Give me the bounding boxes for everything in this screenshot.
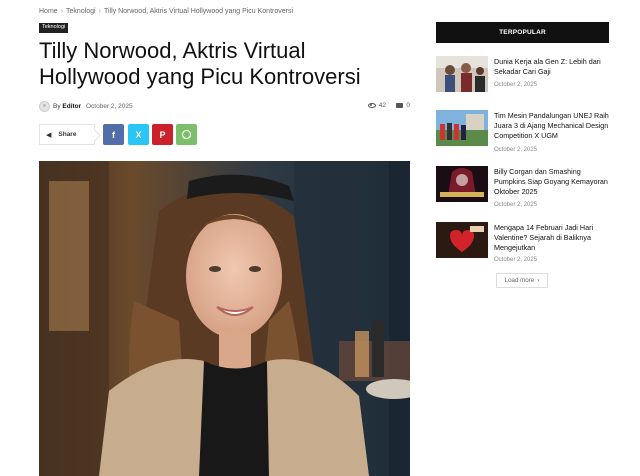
load-more-button[interactable]: Load more › <box>496 273 548 288</box>
pinterest-share-button[interactable]: P <box>152 124 173 145</box>
post-thumbnail[interactable] <box>436 166 488 202</box>
chevron-right-icon: › <box>537 277 540 284</box>
sidebar-post[interactable]: Dunia Kerja ala Gen Z: Lebih dari Sekada… <box>436 56 611 102</box>
post-thumbnail[interactable] <box>436 222 488 258</box>
breadcrumb-category-link[interactable]: Teknologi <box>66 8 96 15</box>
pinterest-icon: P <box>159 129 166 140</box>
whatsapp-share-button[interactable] <box>176 124 197 145</box>
eye-icon <box>367 103 376 108</box>
share-label: Share <box>58 131 77 138</box>
view-count: 42 <box>367 102 386 109</box>
comment-icon <box>396 103 404 108</box>
post-title[interactable]: Billy Corgan dan Smashing Pumpkins Siap … <box>494 167 609 197</box>
breadcrumb-separator: › <box>98 8 101 15</box>
featured-image <box>39 161 410 476</box>
x-share-button[interactable]: X <box>128 124 149 145</box>
post-title[interactable]: Dunia Kerja ala Gen Z: Lebih dari Sekada… <box>494 57 609 77</box>
facebook-icon: f <box>112 129 115 140</box>
article-title: Tilly Norwood, Aktris Virtual Hollywood … <box>39 38 361 89</box>
comment-count-value: 0 <box>406 102 410 109</box>
post-date: October 2, 2025 <box>494 202 538 208</box>
breadcrumb-home-link[interactable]: Home <box>39 8 58 15</box>
post-thumbnail[interactable] <box>436 110 488 146</box>
sidebar-post[interactable]: Billy Corgan dan Smashing Pumpkins Siap … <box>436 166 611 212</box>
post-title[interactable]: Mengapa 14 Februari Jadi Hari Valentine?… <box>494 223 609 253</box>
post-date: October 2, 2025 <box>494 82 538 88</box>
whatsapp-icon <box>181 129 192 140</box>
article-meta: By Editor October 2, 2025 42 0 <box>39 101 410 113</box>
sidebar-post[interactable]: Mengapa 14 Februari Jadi Hari Valentine?… <box>436 222 611 268</box>
facebook-share-button[interactable]: f <box>103 124 124 145</box>
view-count-value: 42 <box>378 102 386 109</box>
post-title[interactable]: Tim Mesin Pandalungan UNEJ Raih Juara 3 … <box>494 111 609 141</box>
by-label: By <box>53 103 61 110</box>
author-avatar[interactable] <box>39 101 50 112</box>
post-date: October 2, 2025 <box>494 257 538 263</box>
breadcrumb-separator: › <box>60 8 64 15</box>
sidebar-post[interactable]: Tim Mesin Pandalungan UNEJ Raih Juara 3 … <box>436 110 611 156</box>
share-label-box: ◀ Share <box>39 124 95 145</box>
publish-date: October 2, 2025 <box>86 103 133 110</box>
author-byline: By Editor <box>53 103 81 110</box>
breadcrumb-current: Tilly Norwood, Aktris Virtual Hollywood … <box>103 8 294 15</box>
comment-count[interactable]: 0 <box>396 102 410 109</box>
post-date: October 2, 2025 <box>494 147 538 153</box>
category-badge[interactable]: Teknologi <box>39 23 69 33</box>
breadcrumb: Home › Teknologi › Tilly Norwood, Aktris Vir… <box>39 8 293 15</box>
x-icon: X <box>135 129 142 140</box>
share-icon: ◀ <box>46 131 52 139</box>
author-name[interactable]: Editor <box>62 103 81 110</box>
post-thumbnail[interactable] <box>436 56 488 92</box>
sidebar-heading: TERPOPULAR <box>436 22 609 43</box>
load-more-label: Load more <box>504 277 535 284</box>
